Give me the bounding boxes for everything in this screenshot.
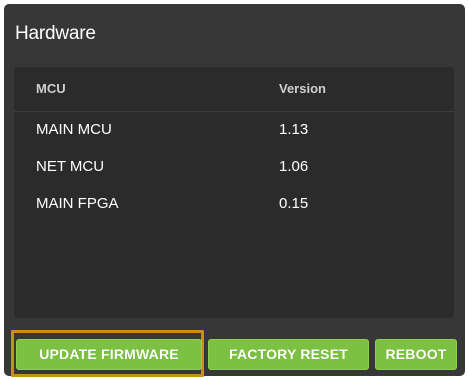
table-row: MAIN FPGA 0.15 (14, 185, 454, 222)
panel-title: Hardware (15, 23, 96, 44)
mcu-version: 0.15 (279, 195, 309, 212)
mcu-name: MAIN FPGA (36, 195, 119, 212)
table-row: NET MCU 1.06 (14, 148, 454, 185)
hardware-panel: Hardware MCU Version MAIN MCU 1.13 NET M… (4, 4, 465, 376)
mcu-name: NET MCU (36, 158, 105, 175)
reboot-button[interactable]: REBOOT (375, 339, 457, 370)
mcu-name: MAIN MCU (36, 121, 112, 138)
mcu-version: 1.13 (279, 121, 309, 138)
table-header: MCU Version (14, 67, 454, 112)
table-row: MAIN MCU 1.13 (14, 111, 454, 148)
column-header-mcu: MCU (36, 81, 66, 96)
column-header-version: Version (279, 81, 326, 96)
factory-reset-button[interactable]: FACTORY RESET (208, 339, 369, 370)
update-firmware-button[interactable]: UPDATE FIRMWARE (16, 339, 202, 370)
hardware-table: MCU Version MAIN MCU 1.13 NET MCU 1.06 M… (14, 67, 454, 318)
mcu-version: 1.06 (279, 158, 309, 175)
